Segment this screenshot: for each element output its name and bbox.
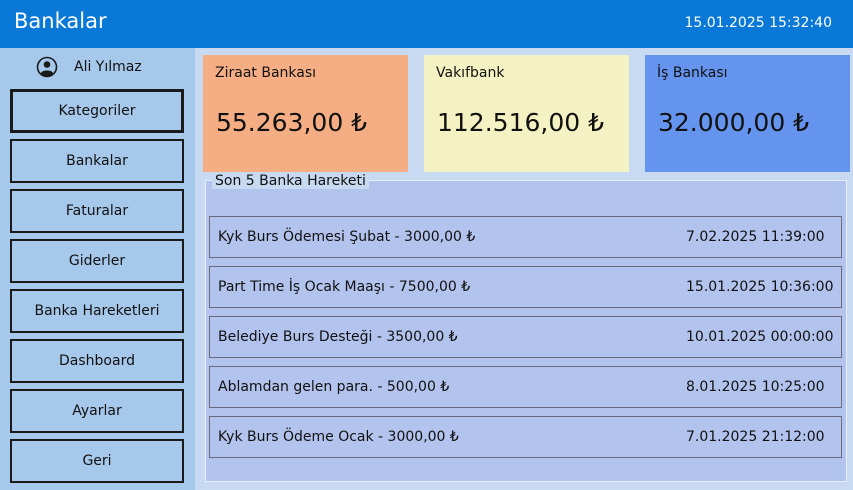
user-avatar-icon <box>36 56 58 78</box>
sidebar: Ali Yılmaz Kategoriler Bankalar Faturala… <box>0 48 195 490</box>
nav-kategoriler-button[interactable]: Kategoriler <box>10 89 184 133</box>
datetime-display: 15.01.2025 15:32:40 <box>684 15 833 31</box>
recent-transactions-group: Son 5 Banka Hareketi Kyk Burs Ödemesi Şu… <box>205 173 847 482</box>
transaction-date: 7.01.2025 21:12:00 <box>686 429 825 445</box>
recent-transactions-title: Son 5 Banka Hareketi <box>212 173 369 189</box>
bank-name: Vakıfbank <box>436 65 505 81</box>
user-name: Ali Yılmaz <box>74 59 142 75</box>
main-content: Ziraat Bankası 55.263,00 ₺ Vakıfbank 112… <box>195 48 853 490</box>
bank-name: İş Bankası <box>657 65 728 81</box>
bank-card-is-bankasi: İş Bankası 32.000,00 ₺ <box>645 55 850 172</box>
transaction-date: 7.02.2025 11:39:00 <box>686 229 825 245</box>
bank-balance: 112.516,00 ₺ <box>437 108 604 137</box>
nav-dashboard-button[interactable]: Dashboard <box>10 339 184 383</box>
transaction-row[interactable]: Belediye Burs Desteği - 3500,00 ₺ 10.01.… <box>209 316 842 358</box>
transaction-row[interactable]: Ablamdan gelen para. - 500,00 ₺ 8.01.202… <box>209 366 842 408</box>
title-bar: Bankalar 15.01.2025 15:32:40 <box>0 0 853 48</box>
bank-balance: 55.263,00 ₺ <box>216 108 368 137</box>
transaction-description: Ablamdan gelen para. - 500,00 ₺ <box>218 379 450 395</box>
transaction-description: Kyk Burs Ödeme Ocak - 3000,00 ₺ <box>218 429 459 445</box>
nav-giderler-button[interactable]: Giderler <box>10 239 184 283</box>
nav-faturalar-button[interactable]: Faturalar <box>10 189 184 233</box>
transaction-date: 8.01.2025 10:25:00 <box>686 379 825 395</box>
nav-bankalar-button[interactable]: Bankalar <box>10 139 184 183</box>
user-info: Ali Yılmaz <box>36 56 142 78</box>
transaction-description: Belediye Burs Desteği - 3500,00 ₺ <box>218 329 458 345</box>
bank-card-vakifbank: Vakıfbank 112.516,00 ₺ <box>424 55 629 172</box>
page-title: Bankalar <box>14 9 107 33</box>
transaction-row[interactable]: Kyk Burs Ödeme Ocak - 3000,00 ₺ 7.01.202… <box>209 416 842 458</box>
transaction-description: Kyk Burs Ödemesi Şubat - 3000,00 ₺ <box>218 229 476 245</box>
transaction-row[interactable]: Kyk Burs Ödemesi Şubat - 3000,00 ₺ 7.02.… <box>209 216 842 258</box>
transaction-description: Part Time İş Ocak Maaşı - 7500,00 ₺ <box>218 279 471 295</box>
bank-name: Ziraat Bankası <box>215 65 317 81</box>
bank-card-ziraat: Ziraat Bankası 55.263,00 ₺ <box>203 55 408 172</box>
transaction-row[interactable]: Part Time İş Ocak Maaşı - 7500,00 ₺ 15.0… <box>209 266 842 308</box>
transaction-date: 10.01.2025 00:00:00 <box>686 329 834 345</box>
bank-balance: 32.000,00 ₺ <box>658 108 810 137</box>
nav-ayarlar-button[interactable]: Ayarlar <box>10 389 184 433</box>
transaction-date: 15.01.2025 10:36:00 <box>686 279 834 295</box>
nav-geri-button[interactable]: Geri <box>10 439 184 483</box>
nav-banka-hareketleri-button[interactable]: Banka Hareketleri <box>10 289 184 333</box>
